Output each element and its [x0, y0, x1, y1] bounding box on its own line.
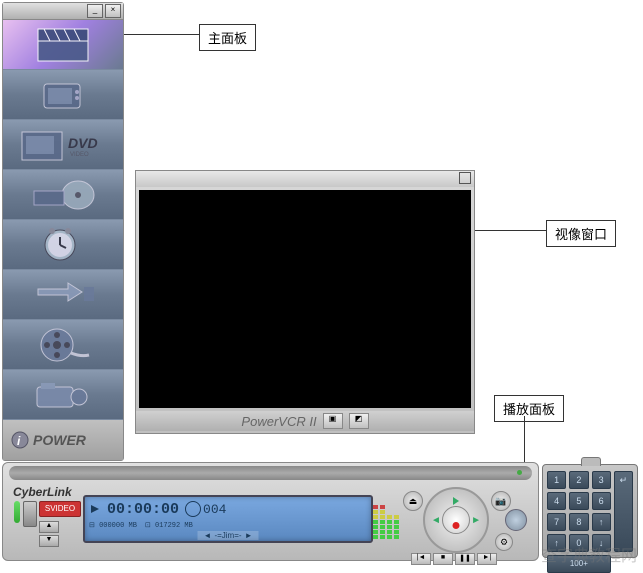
- clock-icon: [13, 225, 113, 265]
- info-icon: i: [11, 431, 29, 449]
- callout-line: [474, 230, 546, 231]
- sidebar-item-capture[interactable]: [3, 20, 123, 70]
- callout-line: [124, 34, 199, 35]
- play-status-icon: [89, 503, 101, 515]
- company-brand: CyberLink: [13, 485, 72, 499]
- tuning-knob[interactable]: [505, 509, 527, 531]
- callout-line: [524, 416, 525, 462]
- volume-slider[interactable]: [23, 501, 37, 527]
- lcd-display: 00:00:00 004 ⊟ 000000 MB ⊡ 017292 MB ◄ -…: [83, 495, 373, 543]
- callout-main-panel: 主面板: [199, 24, 256, 51]
- sidebar-item-camera[interactable]: [3, 370, 123, 420]
- key-7[interactable]: 7: [547, 513, 566, 531]
- play-icon: [453, 497, 459, 505]
- minimize-button[interactable]: _: [87, 4, 103, 18]
- lcd-next[interactable]: ►: [245, 531, 253, 540]
- lcd-time: 00:00:00: [107, 501, 179, 518]
- play-panel: CyberLink SVIDEO ▲ ▼ 00:00:00 004 ⊟ 0000…: [2, 462, 539, 561]
- keypad-tab[interactable]: [581, 457, 601, 466]
- svg-text:DVD: DVD: [68, 135, 98, 151]
- film-reel-icon: [13, 325, 113, 365]
- key-enter[interactable]: ↵: [614, 471, 633, 552]
- dvd-icon: DVDVIDEO: [13, 125, 113, 165]
- snapshot-button[interactable]: 📷: [491, 491, 511, 511]
- camcorder-icon: [13, 375, 113, 415]
- video-mode-button-1[interactable]: ▣: [323, 413, 343, 429]
- up-button[interactable]: ▲: [39, 521, 59, 533]
- transport-wheel-area: ⏏ 📷 ◄◄ ►► |◄ ■ ❚❚ ►| ⚙: [403, 483, 533, 557]
- video-bottom-bar: PowerVCR II ▣ ◩: [136, 411, 474, 431]
- video-titlebar: [136, 171, 474, 187]
- record-button[interactable]: [442, 506, 470, 534]
- key-4[interactable]: 4: [547, 492, 566, 510]
- indicator-led: [14, 501, 20, 523]
- television-icon: [13, 75, 113, 115]
- status-led: [517, 470, 522, 475]
- close-button[interactable]: ×: [105, 4, 121, 18]
- down-button[interactable]: ▼: [39, 535, 59, 547]
- sidebar-item-transfer[interactable]: [3, 270, 123, 320]
- sidebar-titlebar: _ ×: [3, 3, 123, 20]
- key-8[interactable]: 8: [569, 513, 588, 531]
- sidebar-item-disc[interactable]: [3, 170, 123, 220]
- key-1[interactable]: 1: [547, 471, 566, 489]
- skip-back-button[interactable]: |◄: [411, 553, 431, 565]
- jog-wheel[interactable]: ◄◄ ►►: [423, 487, 489, 553]
- video-display[interactable]: [139, 190, 471, 408]
- arrows-icon: [13, 275, 113, 315]
- maximize-button[interactable]: [459, 172, 471, 184]
- svg-text:VIDEO: VIDEO: [70, 152, 89, 158]
- lcd-counter: 004: [203, 502, 226, 517]
- disc-icon: [185, 501, 201, 517]
- video-window: PowerVCR II ▣ ◩: [135, 170, 475, 434]
- sidebar-power[interactable]: i POWER: [3, 420, 123, 460]
- sidebar-item-schedule[interactable]: [3, 220, 123, 270]
- disc-tray-icon: [13, 175, 113, 215]
- callout-play-panel: 播放面板: [494, 395, 564, 422]
- product-brand: PowerVCR II: [241, 414, 316, 429]
- record-icon: [453, 522, 460, 529]
- settings-button[interactable]: ⚙: [495, 533, 513, 551]
- video-mode-button-2[interactable]: ◩: [349, 413, 369, 429]
- stop-button[interactable]: ■: [433, 553, 453, 565]
- left-controls: [11, 501, 37, 553]
- callout-video-window: 视像窗口: [546, 220, 616, 247]
- sidebar-item-reel[interactable]: [3, 320, 123, 370]
- eject-button[interactable]: ⏏: [403, 491, 423, 511]
- key-9[interactable]: ↑: [592, 513, 611, 531]
- svideo-button[interactable]: SVIDEO: [39, 501, 81, 517]
- power-label: POWER: [33, 432, 86, 448]
- clapperboard-icon: [13, 25, 113, 65]
- pause-button[interactable]: ❚❚: [455, 553, 475, 565]
- lcd-user: -=Jim=-: [214, 531, 241, 540]
- lcd-prev[interactable]: ◄: [204, 531, 212, 540]
- watermark: 查字典教程网: [541, 542, 637, 566]
- vu-meter: [373, 495, 401, 539]
- main-panel: _ × DVDVIDEO: [2, 2, 124, 461]
- sidebar-item-dvd[interactable]: DVDVIDEO: [3, 120, 123, 170]
- key-5[interactable]: 5: [569, 492, 588, 510]
- key-3[interactable]: 3: [592, 471, 611, 489]
- sidebar-item-tv[interactable]: [3, 70, 123, 120]
- disc-slot: [9, 466, 532, 480]
- key-6[interactable]: 6: [592, 492, 611, 510]
- key-2[interactable]: 2: [569, 471, 588, 489]
- skip-fwd-button[interactable]: ►|: [477, 553, 497, 565]
